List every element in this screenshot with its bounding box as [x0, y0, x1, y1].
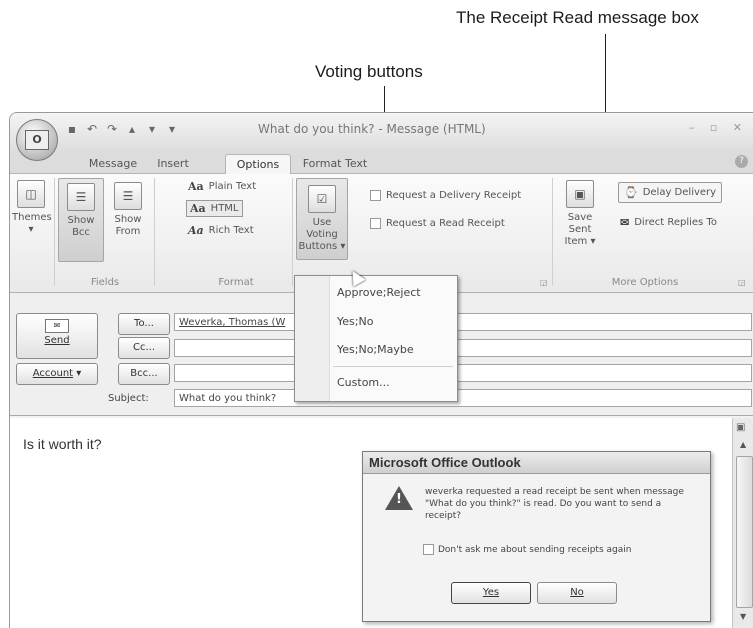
bcc-field[interactable] [174, 364, 752, 382]
dialog-message: weverka requested a read receipt be sent… [425, 487, 684, 521]
to-field[interactable]: Weverka, Thomas (W [174, 313, 752, 331]
window-controls[interactable]: – ▫ ✕ [689, 121, 748, 134]
themes-button[interactable]: ◫ Themes ▾ [12, 180, 52, 236]
subject-field[interactable]: What do you think? [174, 389, 752, 407]
save-sent-icon: ▣ [566, 180, 594, 208]
menu-item-yes-no[interactable]: Yes;No [337, 315, 373, 328]
dont-ask-checkbox[interactable]: Don't ask me about sending receipts agai… [423, 544, 631, 555]
delivery-receipt-checkbox[interactable]: Request a Delivery Receipt [370, 190, 521, 201]
show-bcc-icon: ☰ [67, 183, 95, 211]
redo-icon[interactable]: ↷ [104, 121, 120, 137]
show-from-button[interactable]: ☰ Show From [106, 182, 150, 238]
customize-qat-icon[interactable]: ▾ [164, 121, 180, 137]
html-icon: Aa [190, 202, 206, 215]
office-logo-icon: O [25, 130, 49, 150]
separator [154, 178, 155, 286]
callout-receipt-read: The Receipt Read message box [456, 8, 699, 27]
menu-gutter [295, 276, 330, 401]
plain-text-button[interactable]: Aa Plain Text [188, 180, 256, 193]
subject-label: Subject: [108, 393, 149, 404]
scroll-up-icon[interactable]: ▲ [740, 440, 746, 449]
quick-access-toolbar: ▪ ↶ ↷ ▴ ▾ ▾ [64, 121, 180, 137]
dialog-title: Microsoft Office Outlook [363, 452, 710, 474]
menu-item-custom[interactable]: Custom... [337, 376, 390, 389]
title-bar: ▪ ↶ ↷ ▴ ▾ ▾ What do you think? - Message… [10, 113, 753, 151]
more-options-launcher-icon[interactable]: ◲ [738, 278, 746, 287]
yes-button[interactable]: Yes [451, 582, 531, 604]
to-recipient: Weverka, Thomas (W [179, 317, 286, 328]
delay-delivery-icon: ⌚ [624, 186, 638, 199]
tracking-dialog-launcher-icon[interactable]: ◲ [540, 278, 548, 287]
plain-text-icon: Aa [188, 180, 204, 193]
scroll-thumb[interactable] [736, 456, 753, 608]
ruler-toggle-icon[interactable]: ▣ [736, 422, 745, 433]
send-icon: ✉ [45, 319, 69, 333]
to-button[interactable]: To... [118, 313, 170, 335]
cc-button[interactable]: Cc... [118, 337, 170, 359]
direct-replies-icon: ✉ [620, 216, 630, 229]
separator [552, 178, 553, 286]
ribbon-tabs: Message Insert Options Format Text ? [10, 151, 753, 174]
undo-icon[interactable]: ↶ [84, 121, 100, 137]
window-title: What do you think? - Message (HTML) [258, 122, 486, 136]
menu-item-yes-no-maybe[interactable]: Yes;No;Maybe [337, 343, 414, 356]
callout-voting-buttons: Voting buttons [315, 62, 423, 81]
rich-text-icon: Aa [188, 224, 204, 237]
group-label-more-options: More Options [611, 277, 679, 288]
receipt-read-dialog: Microsoft Office Outlook ! weverka reque… [362, 451, 711, 622]
tab-format-text[interactable]: Format Text [300, 154, 370, 173]
voting-buttons-icon: ☑ [308, 185, 336, 213]
menu-item-approve-reject[interactable]: Approve;Reject [337, 286, 421, 299]
warning-icon: ! [385, 486, 413, 510]
tab-message[interactable]: Message [82, 154, 144, 173]
save-icon[interactable]: ▪ [64, 121, 80, 137]
tab-insert[interactable]: Insert [148, 154, 198, 173]
read-receipt-check-icon [370, 218, 381, 229]
show-from-icon: ☰ [114, 182, 142, 210]
dont-ask-check-icon [423, 544, 434, 555]
save-sent-item-button[interactable]: ▣ Save Sent Item ▾ [556, 180, 604, 248]
group-label-fields: Fields [90, 277, 120, 288]
voting-buttons-menu: Approve;Reject Yes;No Yes;No;Maybe Custo… [294, 275, 458, 402]
show-bcc-button[interactable]: ☰ Show Bcc [58, 178, 104, 262]
scroll-down-icon[interactable]: ▼ [740, 612, 746, 621]
delivery-receipt-check-icon [370, 190, 381, 201]
down-arrow-icon[interactable]: ▾ [144, 121, 160, 137]
account-button[interactable]: Account ▾ [16, 363, 98, 385]
delay-delivery-button[interactable]: ⌚ Delay Delivery [618, 182, 723, 203]
read-receipt-checkbox[interactable]: Request a Read Receipt [370, 218, 505, 229]
message-body-text: Is it worth it? [23, 436, 102, 452]
tab-options[interactable]: Options [225, 154, 291, 174]
use-voting-buttons-button[interactable]: ☑ Use Voting Buttons ▾ [296, 178, 348, 260]
group-label-format: Format [218, 277, 254, 288]
html-button[interactable]: Aa HTML [186, 200, 243, 217]
menu-separator [333, 366, 453, 367]
no-button[interactable]: No [537, 582, 617, 604]
direct-replies-button[interactable]: ✉ Direct Replies To [620, 216, 717, 229]
themes-icon: ◫ [17, 180, 45, 208]
bcc-button[interactable]: Bcc... [118, 363, 170, 385]
vertical-scrollbar[interactable]: ▣ ▲ ▼ [732, 418, 753, 628]
up-arrow-icon[interactable]: ▴ [124, 121, 140, 137]
office-button[interactable]: O [16, 119, 58, 161]
cc-field[interactable] [174, 339, 752, 357]
help-icon[interactable]: ? [735, 155, 748, 168]
rich-text-button[interactable]: Aa Rich Text [188, 224, 254, 237]
separator [54, 178, 55, 286]
separator [292, 178, 293, 286]
send-button[interactable]: ✉ Send [16, 313, 98, 359]
